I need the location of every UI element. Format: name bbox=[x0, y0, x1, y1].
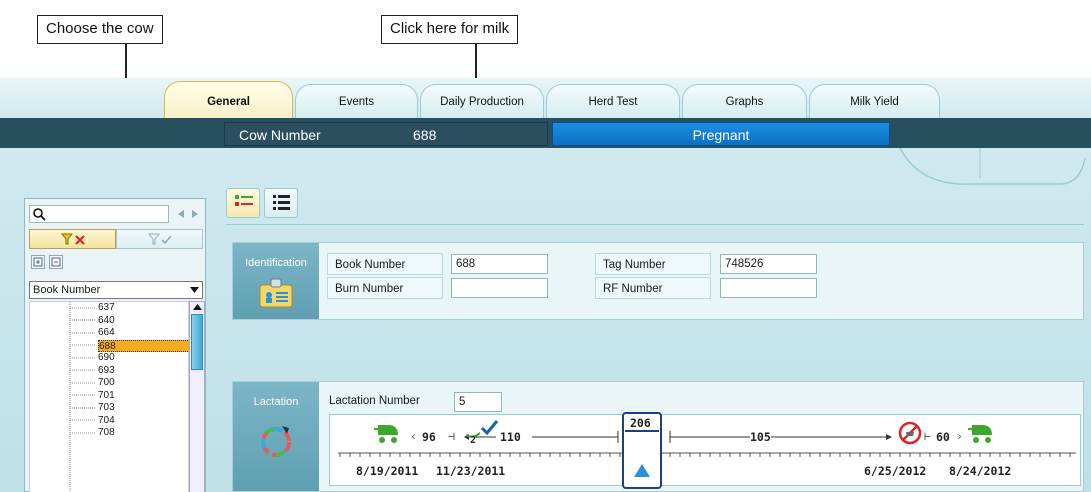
burn-number-field[interactable] bbox=[451, 278, 548, 298]
detail-view-button[interactable] bbox=[226, 188, 260, 218]
tab-daily-production[interactable]: Daily Production bbox=[420, 84, 544, 118]
tree-item[interactable]: 693 bbox=[98, 365, 192, 378]
identification-label: Identification bbox=[245, 257, 307, 269]
sort-select-value: Book Number bbox=[33, 284, 101, 296]
today-marker: 206 bbox=[622, 412, 662, 489]
identification-section-tag: Identification bbox=[233, 243, 319, 319]
tree-item[interactable]: 708 bbox=[98, 427, 192, 440]
expand-icon bbox=[33, 257, 43, 267]
lactation-section: Lactation Lactation Number 5 ‹ 96 ⊣ 2 11… bbox=[232, 381, 1084, 492]
rf-number-field[interactable] bbox=[720, 278, 817, 298]
lactation-number-field[interactable]: 5 bbox=[454, 392, 502, 412]
book-number-field[interactable]: 688 bbox=[451, 254, 548, 274]
tab-strip: General Events Daily Production Herd Tes… bbox=[0, 78, 1091, 118]
cow-number-bar: Cow Number 688 bbox=[224, 122, 548, 146]
calving-date: 8/19/2011 bbox=[356, 464, 419, 478]
tab-milk-yield[interactable]: Milk Yield bbox=[809, 84, 940, 118]
today-marker-divider bbox=[625, 430, 659, 432]
tag-number-field[interactable]: 748526 bbox=[720, 254, 817, 274]
tree-item[interactable]: 701 bbox=[98, 390, 192, 403]
filter-clear-button[interactable] bbox=[29, 229, 116, 249]
search-icon bbox=[33, 208, 46, 221]
today-triangle-icon bbox=[634, 464, 650, 477]
next-calving-pram-icon bbox=[968, 425, 992, 443]
pregnancy-check-icon bbox=[480, 420, 499, 436]
chevron-down-icon bbox=[190, 287, 199, 293]
collapse-all-button[interactable] bbox=[49, 255, 63, 269]
next-calving-date: 8/24/2012 bbox=[949, 464, 1012, 478]
service-date: 11/23/2011 bbox=[436, 464, 506, 478]
rf-number-label: RF Number bbox=[595, 277, 711, 299]
dry-off-icon bbox=[898, 421, 922, 445]
tree-item[interactable]: 664 bbox=[98, 327, 192, 340]
search-input[interactable] bbox=[29, 205, 169, 223]
days-dry: 60 bbox=[936, 430, 950, 444]
scroll-thumb[interactable] bbox=[191, 314, 203, 370]
detail-view-icon bbox=[235, 195, 253, 206]
cow-list-panel: Book Number 637 640 664 688 690 693 700 … bbox=[24, 198, 206, 492]
tab-events[interactable]: Events bbox=[295, 84, 418, 118]
days-calving-to-service: 96 bbox=[422, 430, 436, 444]
tree-item-selected[interactable]: 688 bbox=[98, 339, 192, 352]
arrow-separator-icon: ⊣ bbox=[448, 429, 455, 443]
tree-item[interactable]: 637 bbox=[98, 302, 192, 315]
lactation-number-label: Lactation Number bbox=[329, 395, 420, 407]
lactation-timeline: ‹ 96 ⊣ 2 110 206 105 ⊢ 60 › 8/19/2011 11… bbox=[329, 412, 1081, 489]
filter-check-icon bbox=[147, 233, 172, 245]
dryoff-date: 6/25/2012 bbox=[864, 464, 927, 478]
identification-section: Identification Book Number 688 Burn Numb… bbox=[232, 242, 1084, 320]
tab-general[interactable]: General bbox=[164, 81, 293, 118]
tree-item[interactable]: 700 bbox=[98, 377, 192, 390]
days-now-to-dryoff: 105 bbox=[750, 430, 771, 444]
tree-connector-lines bbox=[69, 302, 96, 492]
burn-number-label: Burn Number bbox=[327, 277, 443, 299]
tree-item[interactable]: 640 bbox=[98, 315, 192, 328]
filter-apply-button[interactable] bbox=[116, 229, 203, 249]
days-in-milk: 206 bbox=[630, 416, 651, 430]
lactation-section-tag: Lactation bbox=[233, 382, 319, 491]
list-view-icon bbox=[273, 195, 290, 210]
arrow-right-icon: › bbox=[956, 429, 963, 443]
main-panel: Identification Book Number 688 Burn Numb… bbox=[220, 178, 1091, 492]
scroll-arrows-icon[interactable] bbox=[177, 209, 199, 219]
days-service-to-now: 110 bbox=[500, 430, 521, 444]
tab-graphs[interactable]: Graphs bbox=[682, 84, 807, 118]
expand-all-button[interactable] bbox=[31, 255, 45, 269]
id-card-icon bbox=[259, 278, 293, 308]
tree-item[interactable]: 703 bbox=[98, 402, 192, 415]
book-number-label: Book Number bbox=[327, 253, 443, 275]
lactation-cycle-icon bbox=[261, 426, 291, 457]
tag-number-label: Tag Number bbox=[595, 253, 711, 275]
filter-x-icon bbox=[60, 233, 85, 245]
scroll-up-arrow-icon[interactable] bbox=[193, 304, 202, 310]
tree-scrollbar[interactable] bbox=[189, 301, 205, 492]
cow-number-label: Cow Number bbox=[239, 127, 321, 143]
arrow-separator-2-icon: ⊢ bbox=[924, 429, 931, 443]
collapse-icon bbox=[51, 257, 61, 267]
sort-select[interactable]: Book Number bbox=[29, 281, 203, 299]
callout-click-milk: Click here for milk bbox=[381, 15, 519, 44]
services-count: 2 bbox=[470, 435, 477, 446]
lactation-label: Lactation bbox=[253, 396, 299, 408]
app-window: General Events Daily Production Herd Tes… bbox=[0, 78, 1091, 492]
list-view-button[interactable] bbox=[264, 188, 298, 218]
calving-pram-icon bbox=[374, 425, 398, 443]
cow-number-value: 688 bbox=[413, 127, 437, 143]
callout-choose-cow: Choose the cow bbox=[37, 15, 163, 44]
arrow-left-icon: ‹ bbox=[410, 429, 417, 443]
tree-item[interactable]: 704 bbox=[98, 415, 192, 428]
tree-item[interactable]: 690 bbox=[98, 352, 192, 365]
status-badge: Pregnant bbox=[552, 122, 890, 146]
cow-tree-list: 637 640 664 688 690 693 700 701 703 704 … bbox=[29, 301, 192, 492]
filter-toggle-row bbox=[29, 229, 203, 249]
divider bbox=[226, 224, 1084, 225]
tab-herd-test[interactable]: Herd Test bbox=[546, 84, 680, 118]
